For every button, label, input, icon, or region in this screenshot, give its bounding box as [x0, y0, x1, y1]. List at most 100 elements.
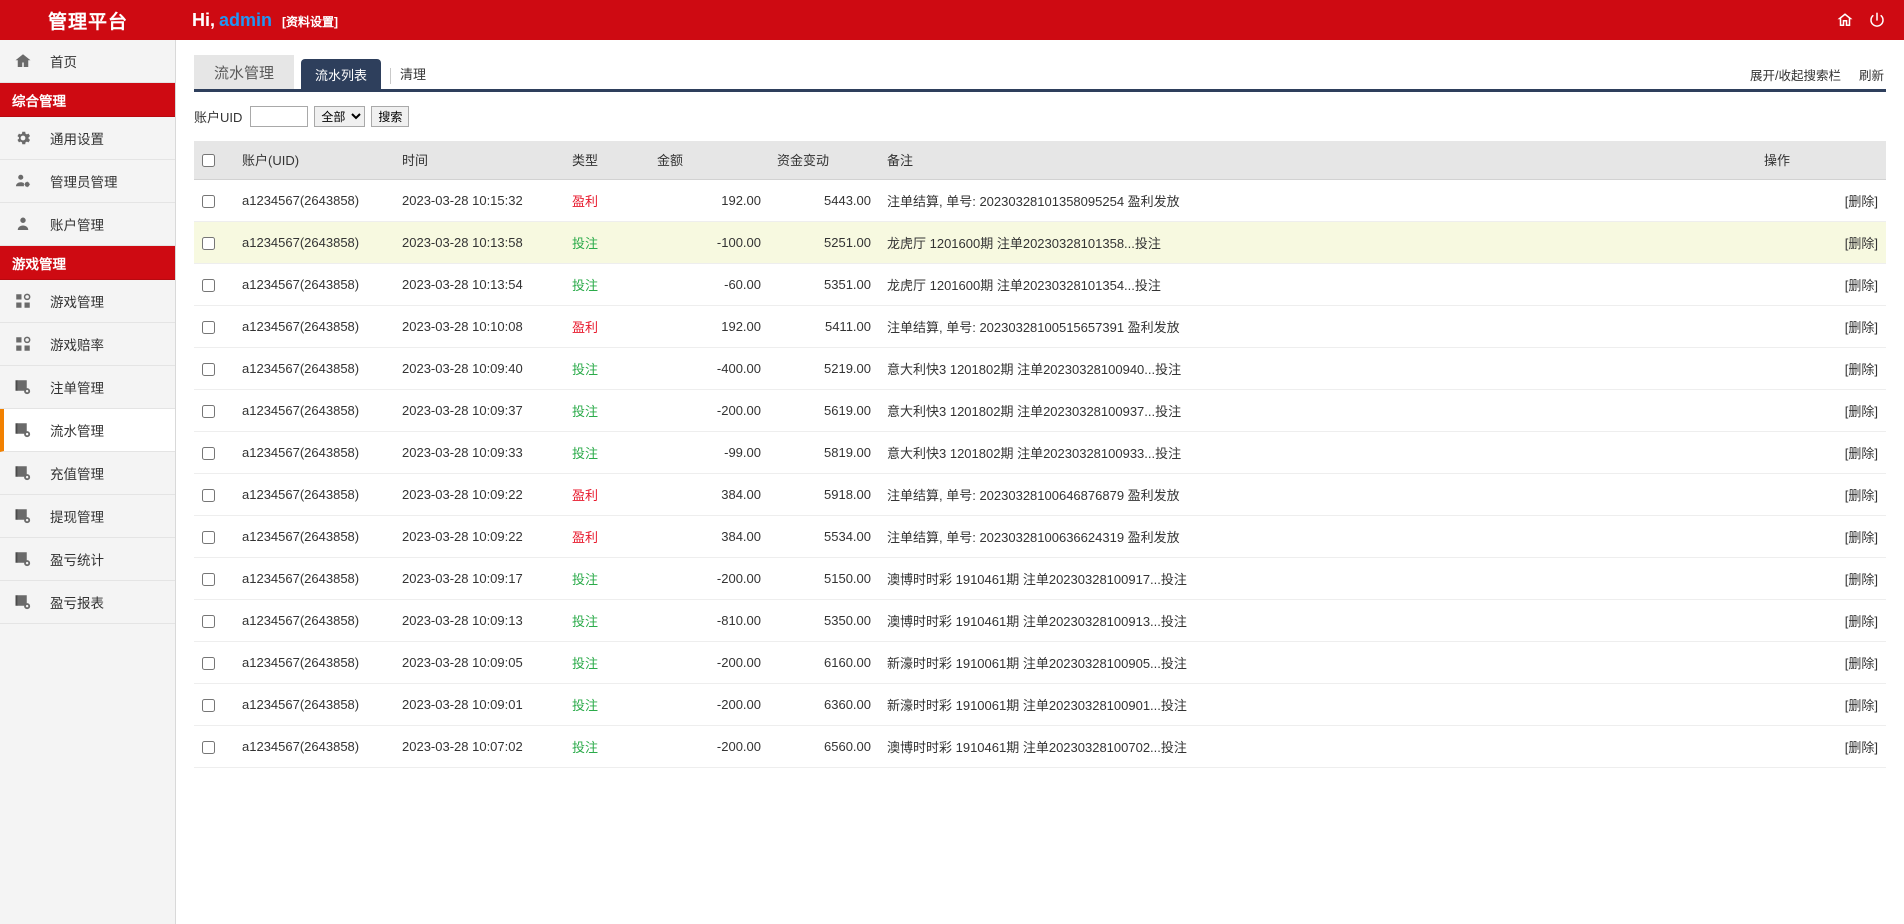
table-row[interactable]: a1234567(2643858) 2023-03-28 10:09:33 投注 -9… — [194, 431, 1886, 474]
tab-divider — [390, 68, 392, 84]
table-row[interactable]: a1234567(2643858) 2023-03-28 10:15:32 盈利 19… — [194, 179, 1886, 222]
sidebar-item-flow-management[interactable]: 流水管理 — [0, 409, 175, 452]
tab-flow-list[interactable]: 流水列表 — [301, 59, 382, 89]
delete-link[interactable]: [删除] — [1845, 698, 1878, 713]
row-checkbox[interactable] — [202, 362, 215, 376]
sidebar-item-home[interactable]: 首页 — [0, 40, 175, 83]
tab-bar-actions: 展开/收起搜索栏 刷新 — [1750, 65, 1884, 84]
profile-settings-link[interactable]: [资料设置] — [282, 13, 338, 30]
table-row[interactable]: a1234567(2643858) 2023-03-28 10:10:08 盈利 19… — [194, 305, 1886, 348]
cell-amount: 384.00 — [649, 473, 769, 516]
row-checkbox[interactable] — [202, 194, 215, 208]
search-button[interactable]: 搜索 — [371, 106, 410, 127]
refresh-link[interactable]: 刷新 — [1859, 65, 1884, 84]
cell-time: 2023-03-28 10:09:22 — [394, 473, 564, 516]
cell-type: 投注 — [564, 389, 649, 432]
sidebar-item-admin-management[interactable]: 管理员管理 — [0, 160, 175, 203]
table-row[interactable]: a1234567(2643858) 2023-03-28 10:09:13 投注 -8… — [194, 599, 1886, 642]
row-checkbox[interactable] — [202, 614, 215, 628]
sidebar-item-bet-order-management[interactable]: 注单管理 — [0, 366, 175, 409]
cell-account: a1234567(2643858) — [234, 641, 394, 684]
delete-link[interactable]: [删除] — [1845, 614, 1878, 629]
sidebar-item-general-settings[interactable]: 通用设置 — [0, 117, 175, 160]
sidebar-item-label: 通用设置 — [50, 132, 104, 147]
cell-balance: 5443.00 — [769, 179, 879, 222]
sidebar-item-account-management[interactable]: 账户管理 — [0, 203, 175, 246]
row-checkbox[interactable] — [202, 446, 215, 460]
table-row[interactable]: a1234567(2643858) 2023-03-28 10:09:17 投注 -2… — [194, 557, 1886, 600]
page-title: 流水管理 — [194, 55, 295, 89]
row-checkbox[interactable] — [202, 320, 215, 334]
sidebar-item-profit-loss-stats[interactable]: 盈亏统计 — [0, 538, 175, 581]
row-checkbox[interactable] — [202, 698, 215, 712]
row-checkbox[interactable] — [202, 488, 215, 502]
sidebar-item-withdraw-management[interactable]: 提现管理 — [0, 495, 175, 538]
power-icon[interactable] — [1868, 11, 1886, 29]
cell-memo: 注单结算, 单号: 20230328100646876879 盈利发放 — [879, 473, 1756, 516]
cell-time: 2023-03-28 10:09:37 — [394, 389, 564, 432]
table-row[interactable]: a1234567(2643858) 2023-03-28 10:09:40 投注 -4… — [194, 347, 1886, 390]
table-row[interactable]: a1234567(2643858) 2023-03-28 10:09:37 投注 -2… — [194, 389, 1886, 432]
delete-link[interactable]: [删除] — [1845, 446, 1878, 461]
delete-link[interactable]: [删除] — [1845, 404, 1878, 419]
row-checkbox[interactable] — [202, 236, 215, 250]
cell-type: 盈利 — [564, 515, 649, 558]
sidebar-item-deposit-management[interactable]: 充值管理 — [0, 452, 175, 495]
cell-memo: 龙虎厅 1201600期 注单20230328101358...投注 — [879, 221, 1756, 264]
table-row[interactable]: a1234567(2643858) 2023-03-28 10:07:02 投注 -2… — [194, 725, 1886, 768]
row-checkbox[interactable] — [202, 740, 215, 754]
table-row[interactable]: a1234567(2643858) 2023-03-28 10:09:22 盈利 38… — [194, 473, 1886, 516]
toggle-search-bar-link[interactable]: 展开/收起搜索栏 — [1750, 65, 1841, 84]
flow-table-container: 账户(UID) 时间 类型 金额 资金变动 备注 操作 a1234567(264… — [194, 141, 1886, 768]
select-all-checkbox[interactable] — [202, 154, 215, 168]
delete-link[interactable]: [删除] — [1845, 320, 1878, 335]
column-header-account: 账户(UID) — [234, 141, 394, 180]
row-select-cell — [194, 305, 234, 348]
sidebar-item-label: 游戏管理 — [50, 295, 104, 310]
table-row[interactable]: a1234567(2643858) 2023-03-28 10:09:05 投注 -2… — [194, 641, 1886, 684]
sidebar-item-profit-loss-report[interactable]: 盈亏报表 — [0, 581, 175, 624]
cell-amount: -200.00 — [649, 725, 769, 768]
cell-memo: 意大利快3 1201802期 注单20230328100933...投注 — [879, 431, 1756, 474]
delete-link[interactable]: [删除] — [1845, 194, 1878, 209]
sidebar-item-label: 注单管理 — [50, 381, 104, 396]
row-checkbox[interactable] — [202, 404, 215, 418]
cell-account: a1234567(2643858) — [234, 221, 394, 264]
row-checkbox[interactable] — [202, 530, 215, 544]
cell-amount: -200.00 — [649, 557, 769, 600]
cell-type-text: 盈利 — [572, 319, 599, 335]
row-checkbox[interactable] — [202, 572, 215, 586]
delete-link[interactable]: [删除] — [1845, 488, 1878, 503]
delete-link[interactable]: [删除] — [1845, 656, 1878, 671]
table-row[interactable]: a1234567(2643858) 2023-03-28 10:13:54 投注 -6… — [194, 263, 1886, 306]
delete-link[interactable]: [删除] — [1845, 278, 1878, 293]
cell-time: 2023-03-28 10:09:01 — [394, 683, 564, 726]
sidebar-item-label: 盈亏报表 — [50, 596, 104, 611]
delete-link[interactable]: [删除] — [1845, 236, 1878, 251]
delete-link[interactable]: [删除] — [1845, 530, 1878, 545]
cell-account: a1234567(2643858) — [234, 263, 394, 306]
sidebar-item-game-odds[interactable]: 游戏赔率 — [0, 323, 175, 366]
cell-balance: 5619.00 — [769, 389, 879, 432]
cell-balance: 5150.00 — [769, 557, 879, 600]
table-row[interactable]: a1234567(2643858) 2023-03-28 10:09:01 投注 -2… — [194, 683, 1886, 726]
table-row[interactable]: a1234567(2643858) 2023-03-28 10:09:22 盈利 38… — [194, 515, 1886, 558]
cell-type-text: 投注 — [572, 739, 599, 755]
delete-link[interactable]: [删除] — [1845, 740, 1878, 755]
delete-link[interactable]: [删除] — [1845, 572, 1878, 587]
delete-link[interactable]: [删除] — [1845, 362, 1878, 377]
search-uid-input[interactable] — [250, 106, 309, 127]
link-clear[interactable]: 清理 — [400, 64, 426, 83]
row-checkbox[interactable] — [202, 278, 215, 292]
search-type-select[interactable]: 全部 — [314, 106, 366, 127]
cell-amount: -99.00 — [649, 431, 769, 474]
cell-type-text: 投注 — [572, 655, 599, 671]
cell-type: 投注 — [564, 347, 649, 390]
table-row[interactable]: a1234567(2643858) 2023-03-28 10:13:58 投注 -1… — [194, 221, 1886, 264]
report-icon — [14, 550, 44, 568]
sidebar-item-game-management[interactable]: 游戏管理 — [0, 280, 175, 323]
row-checkbox[interactable] — [202, 656, 215, 670]
cell-time: 2023-03-28 10:09:17 — [394, 557, 564, 600]
cell-type-text: 投注 — [572, 361, 599, 377]
home-icon[interactable] — [1836, 11, 1854, 29]
